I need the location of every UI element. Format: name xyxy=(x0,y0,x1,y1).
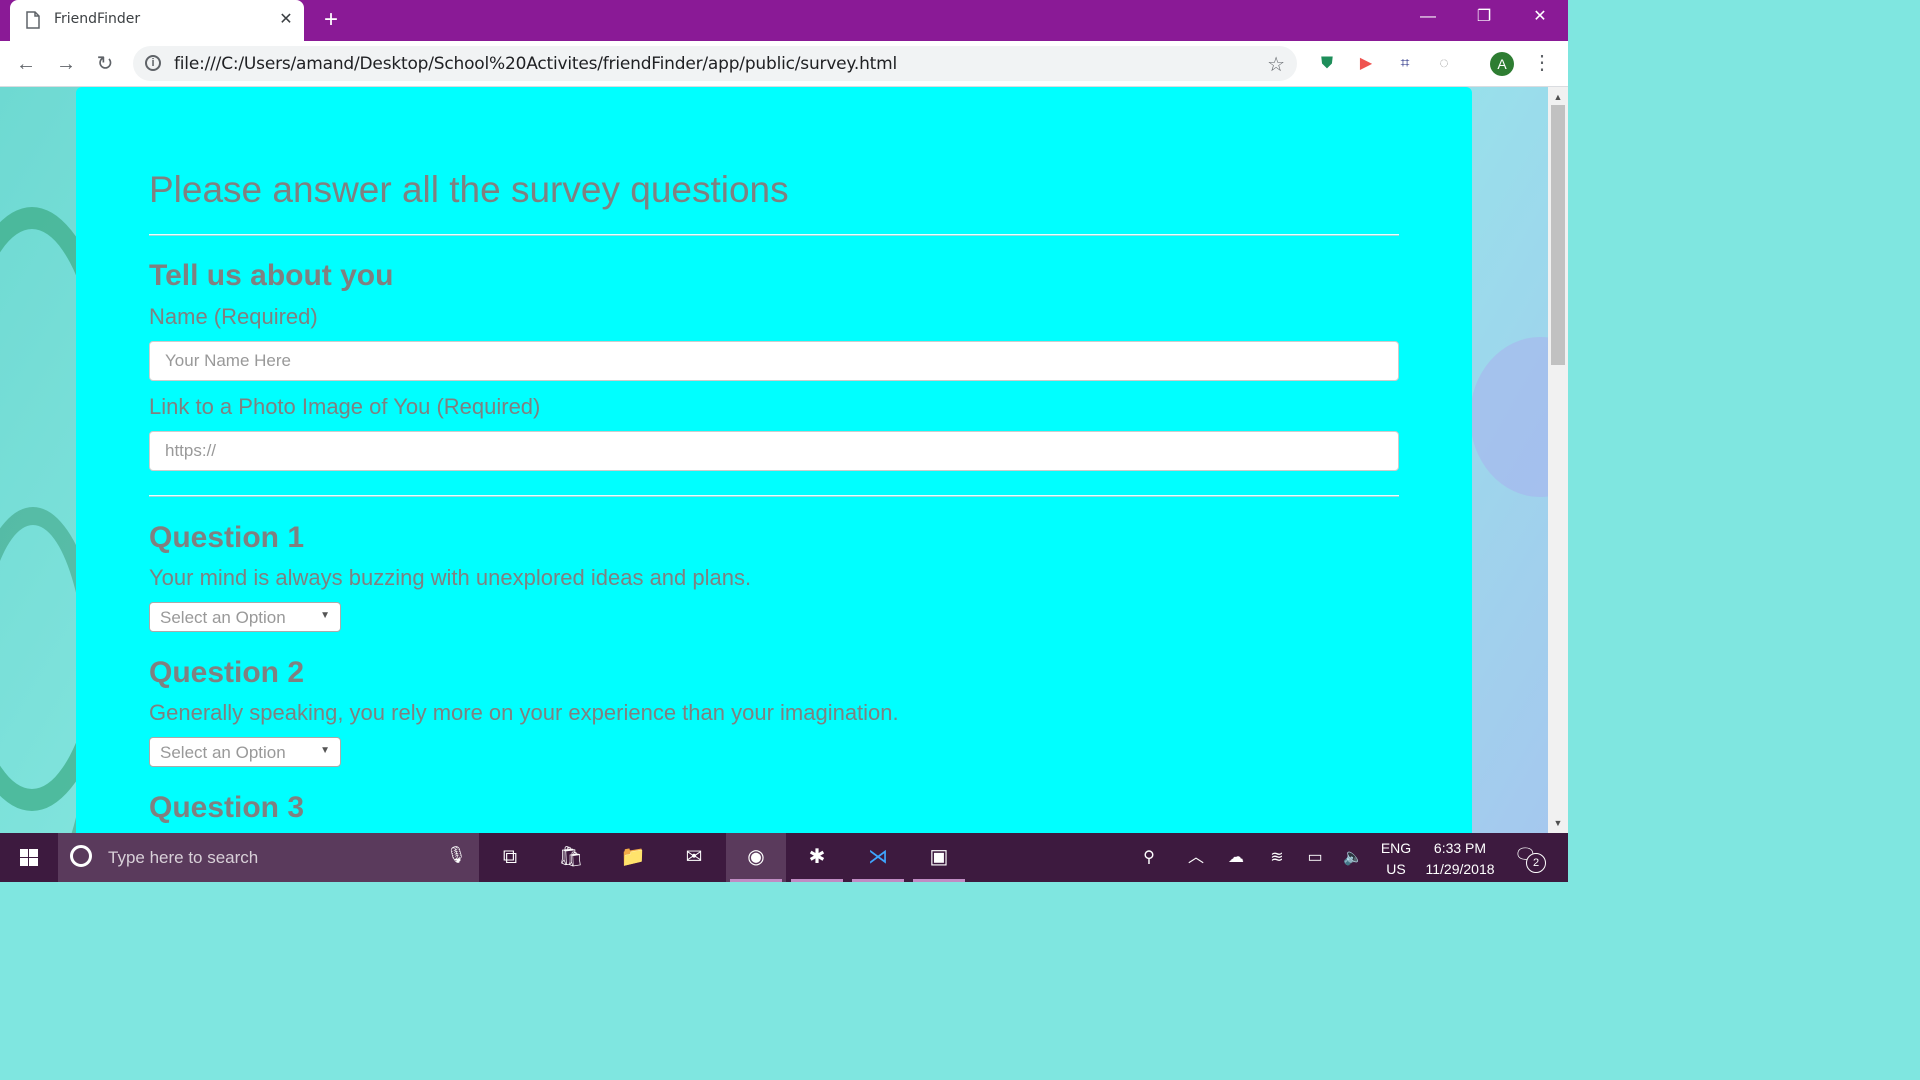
background-blob xyxy=(1470,337,1548,497)
wifi-icon[interactable]: ≋ xyxy=(1264,833,1290,882)
question-1-heading: Question 1 xyxy=(149,521,305,554)
new-tab-button[interactable]: + xyxy=(318,8,344,34)
notification-count: 2 xyxy=(1526,853,1546,873)
question-3-heading: Question 3 xyxy=(149,791,305,824)
language-code: ENG xyxy=(1380,840,1412,856)
question-2-text: Generally speaking, you rely more on you… xyxy=(149,700,899,725)
photo-label: Link to a Photo Image of You (Required) xyxy=(149,394,541,419)
browser-toolbar: ← → ↻ i file:///C:/Users/amand/Desktop/S… xyxy=(0,41,1568,87)
clock-date: 11/29/2018 xyxy=(1425,861,1495,877)
windows-logo-icon xyxy=(20,849,38,866)
name-input[interactable] xyxy=(149,341,1399,381)
question-2-select[interactable]: Select an Option ▼ xyxy=(149,737,341,767)
people-icon[interactable]: ⚲ xyxy=(1136,833,1162,882)
document-icon xyxy=(26,11,40,29)
scroll-thumb[interactable] xyxy=(1551,105,1565,365)
onedrive-icon[interactable]: ☁ xyxy=(1222,833,1250,882)
reload-button[interactable]: ↻ xyxy=(93,52,117,76)
action-center-button[interactable]: 🗨 2 xyxy=(1514,845,1546,873)
scroll-down-icon[interactable]: ▼ xyxy=(1548,815,1568,831)
address-bar[interactable]: i file:///C:/Users/amand/Desktop/School%… xyxy=(133,46,1297,81)
show-hidden-icons-icon[interactable]: ︿ xyxy=(1184,833,1208,882)
active-indicator xyxy=(913,879,965,882)
taskbar: Type here to search 🎙 ⧉ 🛍 📁 ✉ ◉ ✱ ⋊ ▣ ⚲ … xyxy=(0,833,1568,882)
question-1-select[interactable]: Select an Option ▼ xyxy=(149,602,341,632)
select-value: Select an Option xyxy=(160,743,286,762)
divider xyxy=(149,495,1399,497)
tab-friendfinder[interactable]: FriendFinder ✕ xyxy=(10,0,304,41)
start-button[interactable] xyxy=(0,833,58,882)
volume-icon[interactable]: 🔈 xyxy=(1340,833,1366,882)
forward-button[interactable]: → xyxy=(54,52,78,76)
divider xyxy=(149,234,1399,236)
name-label: Name (Required) xyxy=(149,304,318,329)
chrome-icon[interactable]: ◉ xyxy=(726,833,786,882)
shield-extension-icon[interactable]: ⛊ xyxy=(1316,53,1338,75)
survey-panel: Please answer all the survey questions T… xyxy=(76,87,1472,833)
question-2-heading: Question 2 xyxy=(149,656,305,689)
active-indicator xyxy=(852,879,904,882)
minimize-button[interactable]: — xyxy=(1400,0,1456,36)
search-placeholder: Type here to search xyxy=(108,848,259,867)
question-1-text: Your mind is always buzzing with unexplo… xyxy=(149,565,752,590)
restore-button[interactable]: ❐ xyxy=(1456,0,1512,36)
code-extension-icon[interactable]: ◌ xyxy=(1433,53,1455,75)
terminal-icon[interactable]: ▣ xyxy=(909,833,969,882)
slack-icon[interactable]: ✱ xyxy=(787,833,847,882)
task-view-icon[interactable]: ⧉ xyxy=(480,833,540,882)
back-button[interactable]: ← xyxy=(14,52,38,76)
region-code: US xyxy=(1386,861,1406,877)
url-text[interactable]: file:///C:/Users/amand/Desktop/School%20… xyxy=(174,54,897,74)
page-viewport: Please answer all the survey questions T… xyxy=(0,87,1548,833)
scroll-up-icon[interactable]: ▲ xyxy=(1548,89,1568,105)
about-heading: Tell us about you xyxy=(149,259,394,292)
bookmark-star-icon[interactable]: ☆ xyxy=(1267,52,1285,77)
close-window-button[interactable]: ✕ xyxy=(1512,0,1568,36)
clock[interactable]: 6:33 PM 11/29/2018 xyxy=(1420,838,1500,880)
file-explorer-icon[interactable]: 📁 xyxy=(603,833,663,882)
language-indicator[interactable]: ENG US xyxy=(1380,838,1412,880)
tab-title: FriendFinder xyxy=(54,11,141,27)
info-icon[interactable]: i xyxy=(145,55,161,71)
cortana-icon xyxy=(70,845,92,867)
close-tab-icon[interactable]: ✕ xyxy=(276,10,296,30)
active-indicator xyxy=(730,879,782,882)
mail-icon[interactable]: ✉ xyxy=(664,833,724,882)
dropdown-arrow-icon: ▼ xyxy=(320,610,330,621)
tab-strip: FriendFinder ✕ + — ❐ ✕ xyxy=(0,0,1568,41)
clock-time: 6:33 PM xyxy=(1433,840,1487,856)
taskbar-search[interactable]: Type here to search 🎙 xyxy=(58,833,479,882)
crop-extension-icon[interactable]: ⌗ xyxy=(1394,53,1416,75)
vscode-icon[interactable]: ⋊ xyxy=(848,833,908,882)
battery-icon[interactable]: ▭ xyxy=(1302,833,1328,882)
profile-avatar[interactable]: A xyxy=(1490,52,1514,76)
photo-url-input[interactable] xyxy=(149,431,1399,471)
page-scrollbar[interactable]: ▲ ▼ xyxy=(1548,87,1568,833)
dropdown-arrow-icon: ▼ xyxy=(320,745,330,756)
active-indicator xyxy=(791,879,843,882)
select-value: Select an Option xyxy=(160,608,286,627)
page-title: Please answer all the survey questions xyxy=(149,169,789,210)
video-extension-icon[interactable]: ▶ xyxy=(1355,53,1377,75)
microphone-icon[interactable]: 🎙 xyxy=(446,845,466,869)
store-icon[interactable]: 🛍 xyxy=(541,833,601,882)
browser-menu-icon[interactable]: ⋮ xyxy=(1532,51,1552,75)
